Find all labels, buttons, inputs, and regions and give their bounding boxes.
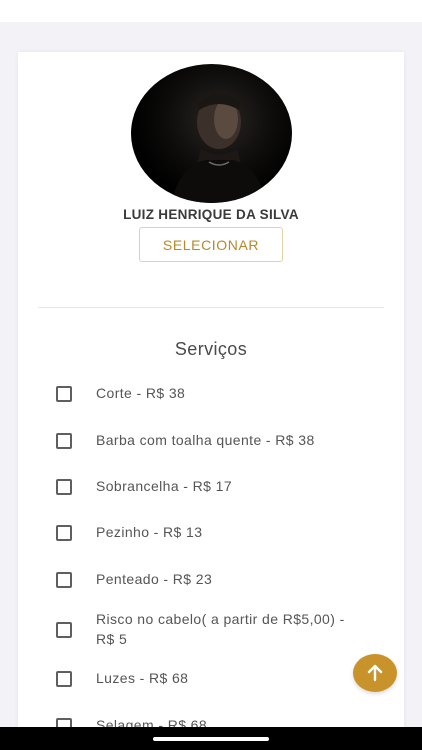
select-barber-button[interactable]: SELECIONAR xyxy=(139,227,283,262)
service-label: Pezinho - R$ 13 xyxy=(96,524,203,540)
services-title: Serviços xyxy=(174,339,248,359)
service-checkbox[interactable] xyxy=(56,385,72,402)
service-label: Penteado - R$ 23 xyxy=(96,571,213,587)
service-item[interactable]: Risco no cabelo( a partir de R$5,00) - R… xyxy=(56,609,376,649)
service-label: Risco no cabelo( a partir de R$5,00) - R… xyxy=(96,611,345,647)
barber-avatar xyxy=(131,64,292,203)
service-item[interactable]: Corte - R$ 38 xyxy=(56,383,376,403)
service-item[interactable]: Pezinho - R$ 13 xyxy=(56,522,376,542)
service-label: Sobrancelha - R$ 17 xyxy=(96,478,233,494)
service-item[interactable]: Luzes - R$ 68 xyxy=(56,668,376,688)
home-indicator[interactable] xyxy=(153,737,269,741)
service-checkbox[interactable] xyxy=(56,670,72,687)
service-label: Corte - R$ 38 xyxy=(96,385,186,401)
service-item[interactable]: Barba com toalha quente - R$ 38 xyxy=(56,430,376,450)
divider xyxy=(38,307,384,308)
barber-name: LUIZ HENRIQUE DA SILVA xyxy=(123,207,299,222)
service-checkbox[interactable] xyxy=(56,432,72,449)
service-label: Luzes - R$ 68 xyxy=(96,670,189,686)
service-item[interactable]: Penteado - R$ 23 xyxy=(56,569,376,589)
service-checkbox[interactable] xyxy=(56,524,72,541)
arrow-up-icon xyxy=(367,664,383,682)
service-label: Barba com toalha quente - R$ 38 xyxy=(96,432,315,448)
service-item[interactable]: Sobrancelha - R$ 17 xyxy=(56,476,376,496)
service-checkbox[interactable] xyxy=(56,571,72,588)
service-checkbox[interactable] xyxy=(56,478,72,495)
service-checkbox[interactable] xyxy=(56,621,72,638)
top-bar xyxy=(0,0,422,22)
avatar-photo xyxy=(171,94,267,203)
scroll-to-top-button[interactable] xyxy=(353,654,397,692)
